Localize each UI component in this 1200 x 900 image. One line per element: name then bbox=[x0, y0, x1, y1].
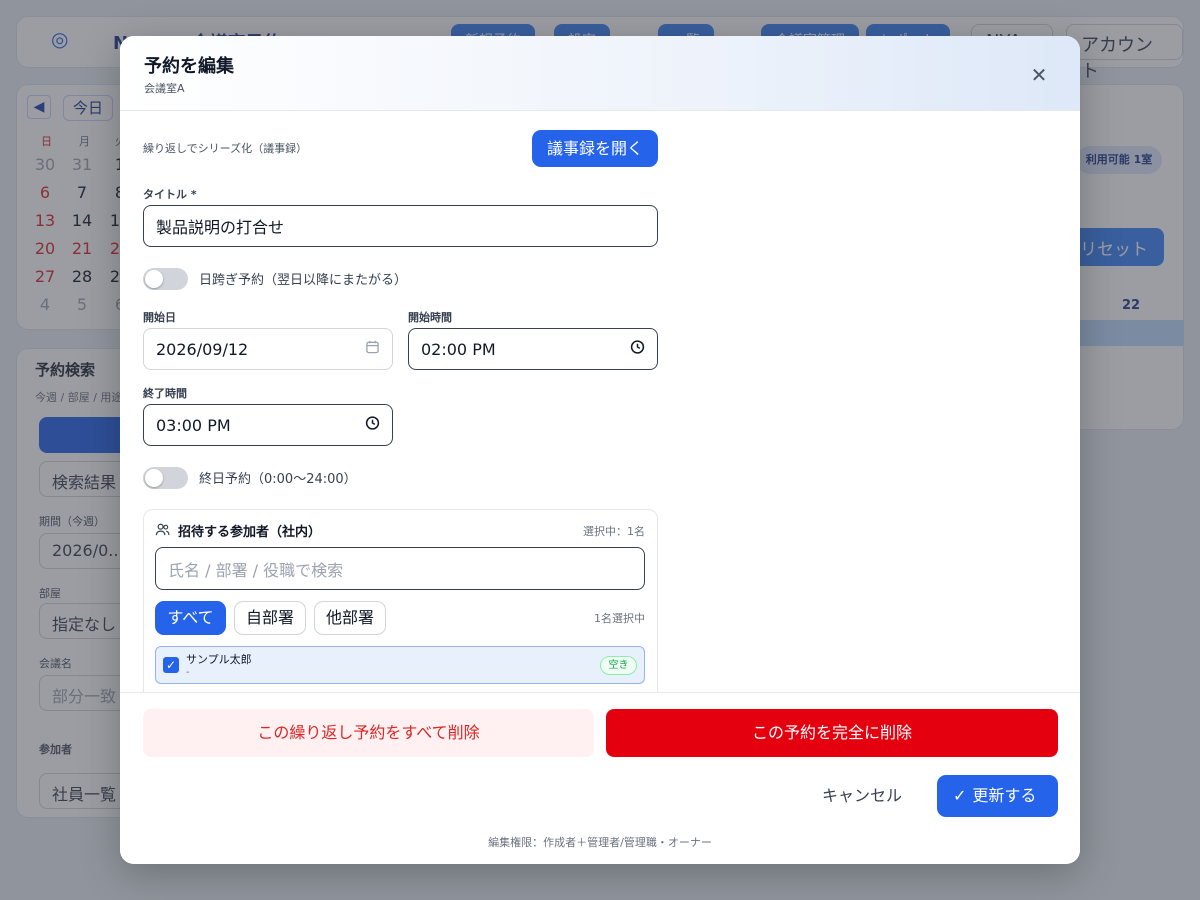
title-input[interactable]: 製品説明の打合せ bbox=[143, 205, 658, 247]
start-date-value: 2026/09/12 bbox=[156, 339, 249, 359]
check-icon: ✓ bbox=[953, 786, 967, 805]
start-date-input[interactable]: 2026/09/12 bbox=[143, 328, 393, 370]
attendees-title: 招待する参加者（社内） bbox=[178, 525, 322, 540]
filter-own-dept-button[interactable]: 自部署 bbox=[234, 601, 306, 635]
start-time-value: 02:00 PM bbox=[421, 339, 496, 359]
delete-booking-button[interactable]: この予約を完全に削除 bbox=[606, 709, 1058, 757]
allday-toggle[interactable] bbox=[143, 467, 188, 489]
start-time-label: 開始時間 bbox=[408, 311, 452, 324]
availability-badge: 空き bbox=[600, 656, 637, 675]
end-time-value: 03:00 PM bbox=[156, 415, 231, 435]
series-note: 繰り返しでシリーズ化（議事録） bbox=[143, 142, 308, 155]
title-input-value: 製品説明の打合せ bbox=[156, 218, 285, 237]
start-time-input[interactable]: 02:00 PM bbox=[408, 328, 658, 370]
filter-all-button[interactable]: すべて bbox=[155, 601, 226, 635]
start-date-label: 開始日 bbox=[143, 311, 176, 324]
clock-icon[interactable] bbox=[630, 340, 645, 359]
open-minutes-button[interactable]: 議事録を開く bbox=[532, 130, 658, 167]
attendee-checkbox[interactable]: ✓ bbox=[163, 657, 179, 673]
calendar-icon[interactable] bbox=[365, 340, 380, 359]
users-icon bbox=[155, 522, 170, 541]
end-time-input[interactable]: 03:00 PM bbox=[143, 404, 393, 446]
selected-count: 1名選択中 bbox=[594, 612, 645, 625]
modal-header: 予約を編集 会議室A ✕ bbox=[120, 36, 1080, 111]
modal-body: 繰り返しでシリーズ化（議事録） 議事録を開く タイトル * 製品説明の打合せ 日… bbox=[120, 111, 1080, 692]
modal-footer: この繰り返し予約をすべて削除 この予約を完全に削除 キャンセル ✓ 更新する 編集… bbox=[120, 692, 1080, 864]
toggle-knob bbox=[145, 469, 163, 487]
cancel-button[interactable]: キャンセル bbox=[806, 775, 918, 817]
modal-subtitle: 会議室A bbox=[144, 82, 185, 95]
attendee-dept: - bbox=[186, 667, 190, 678]
toggle-knob bbox=[145, 270, 163, 288]
multiday-label: 日跨ぎ予約（翌日以降にまたがる） bbox=[199, 273, 408, 288]
title-label: タイトル * bbox=[143, 188, 197, 201]
filter-other-dept-button[interactable]: 他部署 bbox=[314, 601, 386, 635]
allday-label: 終日予約（0:00〜24:00） bbox=[199, 472, 357, 487]
attendee-row[interactable]: ✓ サンプル太郎 - 空き bbox=[155, 646, 645, 684]
multiday-toggle[interactable] bbox=[143, 268, 188, 290]
update-button-label: 更新する bbox=[972, 786, 1037, 805]
attendee-name: サンプル太郎 bbox=[186, 653, 252, 666]
attendee-search-placeholder: 氏名 / 部署 / 役職で検索 bbox=[168, 560, 344, 580]
close-icon[interactable]: ✕ bbox=[1024, 60, 1054, 90]
attendees-count: 選択中：1名 bbox=[583, 525, 645, 538]
edit-booking-modal: 予約を編集 会議室A ✕ 繰り返しでシリーズ化（議事録） 議事録を開く タイトル… bbox=[120, 36, 1080, 864]
delete-series-button[interactable]: この繰り返し予約をすべて削除 bbox=[143, 709, 594, 757]
end-time-label: 終了時間 bbox=[143, 387, 187, 400]
permission-note: 編集権限：作成者＋管理者/管理職・オーナー bbox=[488, 836, 712, 849]
clock-icon[interactable] bbox=[365, 416, 380, 435]
attendee-search-input[interactable]: 氏名 / 部署 / 役職で検索 bbox=[155, 547, 645, 590]
modal-title: 予約を編集 bbox=[144, 56, 234, 77]
update-button[interactable]: ✓ 更新する bbox=[937, 775, 1058, 817]
attendees-card: 招待する参加者（社内） 選択中：1名 氏名 / 部署 / 役職で検索 すべて 自… bbox=[143, 509, 658, 692]
